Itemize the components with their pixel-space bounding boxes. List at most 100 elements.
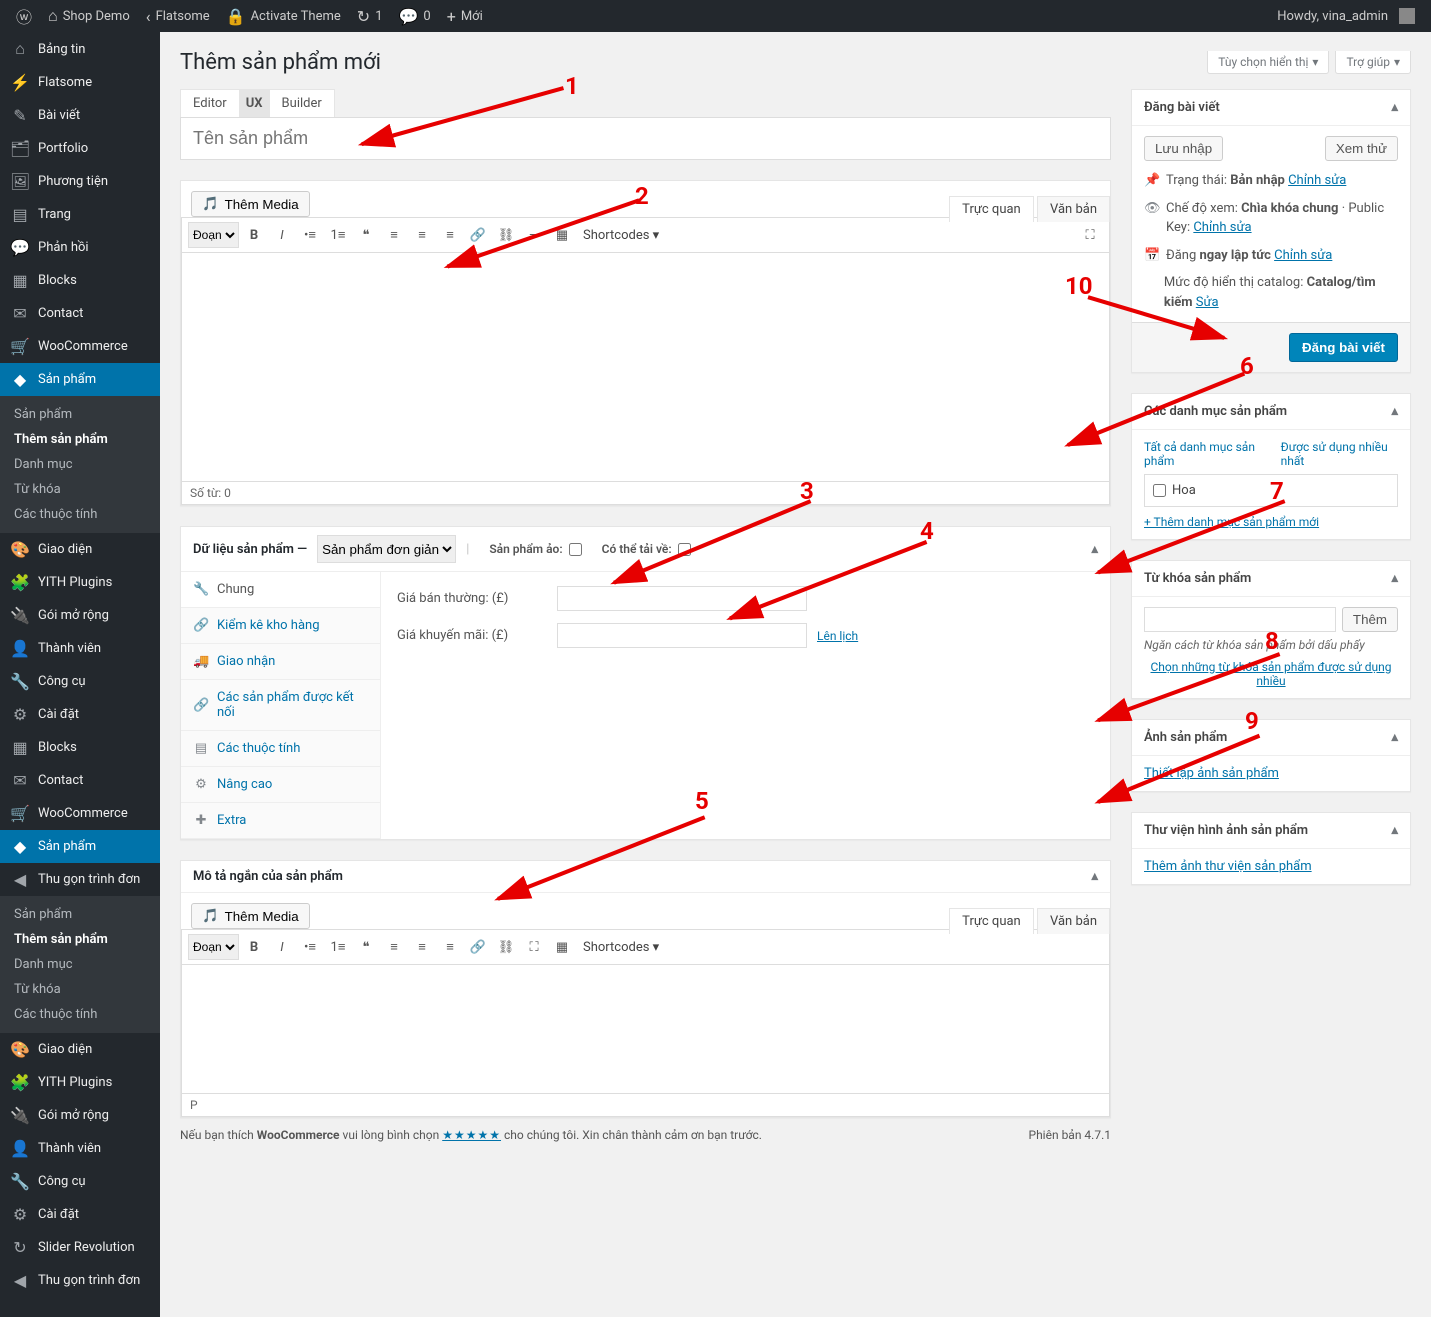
product-data-tab[interactable]: 🔧Chung bbox=[181, 572, 380, 608]
virtual-checkbox[interactable] bbox=[569, 543, 582, 556]
fullscreen-button[interactable]: ⛶ bbox=[1077, 222, 1103, 248]
format-select-short[interactable]: Đoạn bbox=[188, 934, 239, 960]
sidebar-item[interactable]: 🧩YITH Plugins bbox=[0, 566, 160, 599]
format-select[interactable]: Đoạn bbox=[188, 222, 239, 248]
sidebar-item[interactable]: ◆Sản phẩm bbox=[0, 830, 160, 863]
bullet-list-button[interactable]: •≡ bbox=[297, 934, 323, 960]
align-right-button[interactable]: ≡ bbox=[437, 222, 463, 248]
link-button[interactable]: 🔗 bbox=[465, 222, 491, 248]
add-category-link[interactable]: + Thêm danh mục sản phẩm mới bbox=[1144, 515, 1398, 529]
sidebar-subitem[interactable]: Danh mục bbox=[0, 452, 160, 477]
downloadable-checkbox[interactable] bbox=[678, 543, 691, 556]
toggle-indicator[interactable]: ▴ bbox=[1391, 404, 1398, 419]
toggle-indicator[interactable]: ▴ bbox=[1391, 100, 1398, 115]
add-tag-button[interactable]: Thêm bbox=[1342, 607, 1398, 632]
align-center-button[interactable]: ≡ bbox=[409, 222, 435, 248]
sidebar-item[interactable]: 🗂Portfolio bbox=[0, 132, 160, 165]
sidebar-item[interactable]: 💬Phản hồi bbox=[0, 231, 160, 264]
sidebar-item[interactable]: ▦Blocks bbox=[0, 264, 160, 297]
flatsome-menu[interactable]: ‹Flatsome bbox=[138, 0, 218, 32]
sale-price-input[interactable] bbox=[557, 623, 807, 648]
editor-tab-visual-short[interactable]: Trực quan bbox=[949, 908, 1034, 934]
tab-editor[interactable]: Editor bbox=[180, 89, 240, 118]
add-media-button[interactable]: 🎵Thêm Media bbox=[191, 191, 310, 217]
italic-button[interactable]: I bbox=[269, 934, 295, 960]
more-button[interactable]: — bbox=[521, 222, 547, 248]
edit-status-link[interactable]: Chỉnh sửa bbox=[1288, 173, 1346, 188]
product-title-input[interactable] bbox=[180, 117, 1111, 160]
sidebar-item[interactable]: 🔧Công cụ bbox=[0, 1165, 160, 1198]
publish-button[interactable]: Đăng bài viết bbox=[1289, 333, 1398, 362]
editor-tab-text[interactable]: Văn bản bbox=[1037, 196, 1110, 222]
collapse-menu[interactable]: ◀Thu gọn trình đơn bbox=[0, 1264, 160, 1297]
sidebar-subitem[interactable]: Các thuộc tính bbox=[0, 1002, 160, 1027]
bullet-list-button[interactable]: •≡ bbox=[297, 222, 323, 248]
preview-button[interactable]: Xem thử bbox=[1325, 136, 1398, 161]
quote-button[interactable]: ❝ bbox=[353, 222, 379, 248]
product-data-tab[interactable]: 🚚Giao nhận bbox=[181, 644, 380, 680]
toggle-indicator[interactable]: ▴ bbox=[1391, 823, 1398, 838]
sidebar-item[interactable]: 🔌Gói mở rộng bbox=[0, 599, 160, 632]
activate-theme[interactable]: 🔒Activate Theme bbox=[218, 0, 349, 32]
howdy[interactable]: Howdy, vina_admin bbox=[1269, 0, 1423, 32]
sidebar-subitem[interactable]: Thêm sản phẩm bbox=[0, 927, 160, 952]
sidebar-item[interactable]: ↻Slider Revolution bbox=[0, 1231, 160, 1264]
sidebar-item[interactable]: 👤Thành viên bbox=[0, 632, 160, 665]
sidebar-subitem[interactable]: Thêm sản phẩm bbox=[0, 427, 160, 452]
save-draft-button[interactable]: Lưu nhập bbox=[1144, 136, 1223, 161]
sidebar-item[interactable]: ⚙Cài đặt bbox=[0, 698, 160, 731]
toggle-indicator[interactable]: ▴ bbox=[1391, 730, 1398, 745]
screen-options-button[interactable]: Tùy chọn hiển thị▾ bbox=[1207, 51, 1329, 74]
align-right-button[interactable]: ≡ bbox=[437, 934, 463, 960]
product-type-select[interactable]: Sản phẩm đơn giản bbox=[317, 535, 456, 563]
sidebar-subitem[interactable]: Danh mục bbox=[0, 952, 160, 977]
numbered-list-button[interactable]: 1≡ bbox=[325, 222, 351, 248]
quote-button[interactable]: ❝ bbox=[353, 934, 379, 960]
product-data-tab[interactable]: ▤Các thuộc tính bbox=[181, 731, 380, 767]
toggle-indicator[interactable]: ▴ bbox=[1391, 571, 1398, 586]
sidebar-subitem[interactable]: Sản phẩm bbox=[0, 402, 160, 427]
align-left-button[interactable]: ≡ bbox=[381, 222, 407, 248]
toolbar-toggle-button[interactable]: ▦ bbox=[549, 222, 575, 248]
toolbar-toggle-button[interactable]: ▦ bbox=[549, 934, 575, 960]
sidebar-item[interactable]: ⚙Cài đặt bbox=[0, 1198, 160, 1231]
numbered-list-button[interactable]: 1≡ bbox=[325, 934, 351, 960]
unlink-button[interactable]: ⛓ bbox=[493, 222, 519, 248]
sidebar-subitem[interactable]: Sản phẩm bbox=[0, 902, 160, 927]
category-checkbox[interactable] bbox=[1153, 484, 1166, 497]
align-left-button[interactable]: ≡ bbox=[381, 934, 407, 960]
sidebar-item[interactable]: ▦Blocks bbox=[0, 731, 160, 764]
edit-visibility-link[interactable]: Chỉnh sửa bbox=[1193, 220, 1251, 235]
sidebar-subitem[interactable]: Từ khóa bbox=[0, 977, 160, 1002]
content-editor[interactable] bbox=[181, 252, 1110, 482]
sidebar-item[interactable]: 🖼Phương tiện bbox=[0, 165, 160, 198]
toggle-indicator[interactable]: ▴ bbox=[1091, 542, 1098, 557]
edit-date-link[interactable]: Chỉnh sửa bbox=[1274, 248, 1332, 263]
schedule-link[interactable]: Lên lịch bbox=[817, 629, 858, 643]
sidebar-item[interactable]: ⚡Flatsome bbox=[0, 66, 160, 99]
align-center-button[interactable]: ≡ bbox=[409, 934, 435, 960]
product-data-tab[interactable]: 🔗Các sản phẩm được kết nối bbox=[181, 680, 380, 731]
sidebar-item[interactable]: ✎Bài viết bbox=[0, 99, 160, 132]
editor-tab-text-short[interactable]: Văn bản bbox=[1037, 908, 1110, 934]
comments[interactable]: 💬0 bbox=[391, 0, 439, 32]
updates[interactable]: ↻1 bbox=[349, 0, 391, 32]
popular-tags-link[interactable]: Chọn những từ khóa sản phẩm được sử dụng… bbox=[1144, 660, 1398, 688]
sidebar-item[interactable]: ◆Sản phẩm bbox=[0, 363, 160, 396]
regular-price-input[interactable] bbox=[557, 586, 807, 611]
site-name[interactable]: ⌂Shop Demo bbox=[40, 0, 138, 32]
sidebar-item[interactable]: 🧩YITH Plugins bbox=[0, 1066, 160, 1099]
sidebar-item[interactable]: 🛒WooCommerce bbox=[0, 797, 160, 830]
editor-tab-visual[interactable]: Trực quan bbox=[949, 196, 1034, 222]
bold-button[interactable]: B bbox=[241, 222, 267, 248]
bold-button[interactable]: B bbox=[241, 934, 267, 960]
sidebar-item[interactable]: 🔌Gói mở rộng bbox=[0, 1099, 160, 1132]
add-gallery-link[interactable]: Thêm ảnh thư viện sản phẩm bbox=[1144, 859, 1312, 874]
category-tab-used[interactable]: Được sử dụng nhiều nhất bbox=[1281, 440, 1398, 468]
sidebar-subitem[interactable]: Từ khóa bbox=[0, 477, 160, 502]
rating-link[interactable]: ★★★★★ bbox=[442, 1128, 501, 1142]
product-data-tab[interactable]: 🔗Kiểm kê kho hàng bbox=[181, 608, 380, 644]
sidebar-item[interactable]: ⌂Bảng tin bbox=[0, 32, 160, 66]
sidebar-item[interactable]: ✉Contact bbox=[0, 297, 160, 330]
sidebar-item[interactable]: 🔧Công cụ bbox=[0, 665, 160, 698]
